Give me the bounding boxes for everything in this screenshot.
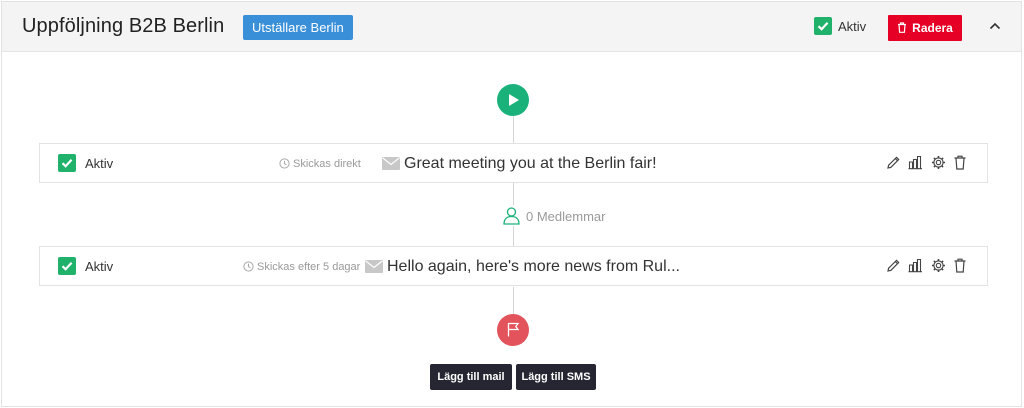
stats-icon[interactable] [908,258,923,278]
trash-icon [898,22,907,33]
flow-end-node[interactable] [497,314,529,346]
trash-icon[interactable] [953,258,967,278]
step-subject-text: Great meeting you at the Berlin fair! [404,155,657,172]
flag-icon [507,322,520,337]
connector-line [513,226,514,248]
step-toolbar [883,258,967,278]
mail-step[interactable]: Aktiv Skickas direkt Great meeting you a… [39,143,988,183]
step-timing-text: Skickas direkt [293,158,361,170]
step-timing-text: Skickas efter 5 dagar [257,261,361,273]
flow-start-node[interactable] [497,84,529,116]
step-subject[interactable]: Hello again, here's more news from Rul..… [365,258,680,276]
check-icon[interactable] [58,154,76,172]
pencil-icon[interactable] [886,258,901,278]
step-active-label: Aktiv [85,259,114,274]
step-toolbar [883,155,967,175]
step-active-label: Aktiv [85,156,114,171]
envelope-icon [365,260,383,273]
clock-icon [279,158,290,169]
flow-active-toggle[interactable]: Aktiv [814,17,867,36]
connector-line [513,183,514,205]
check-icon[interactable] [814,17,832,36]
flow-active-label: Aktiv [838,19,867,34]
trash-icon[interactable] [953,155,967,175]
stats-icon[interactable] [908,155,923,175]
step-timing: Skickas direkt [279,158,361,170]
flow-title: Uppföljning B2B Berlin [22,15,225,37]
members-count[interactable]: 0 Medlemmar [502,206,606,225]
mail-step[interactable]: Aktiv Skickas efter 5 dagar Hello again,… [39,246,988,286]
gear-icon[interactable] [931,155,946,175]
chevron-up-icon[interactable] [989,22,1001,30]
step-timing: Skickas efter 5 dagar [243,261,360,273]
step-subject[interactable]: Great meeting you at the Berlin fair! [382,155,657,173]
clock-icon [243,261,254,272]
add-mail-button[interactable]: Lägg till mail [430,364,512,390]
check-icon[interactable] [58,257,76,275]
gear-icon[interactable] [931,258,946,278]
step-subject-text: Hello again, here's more news from Rul..… [387,258,680,275]
members-label: 0 Medlemmar [526,209,606,224]
pencil-icon[interactable] [886,155,901,175]
segment-tag[interactable]: Utställare Berlin [243,15,353,40]
connector-line [513,114,514,144]
delete-flow-button[interactable]: Radera [888,15,962,41]
add-sms-button[interactable]: Lägg till SMS [516,364,596,390]
user-icon [503,207,520,225]
connector-line [513,287,514,315]
play-icon [509,94,519,106]
delete-flow-label: Radera [912,21,953,35]
automation-flow-panel: Uppföljning B2B Berlin Utställare Berlin… [1,1,1022,407]
envelope-icon [382,157,400,170]
panel-header: Uppföljning B2B Berlin Utställare Berlin… [2,2,1021,52]
